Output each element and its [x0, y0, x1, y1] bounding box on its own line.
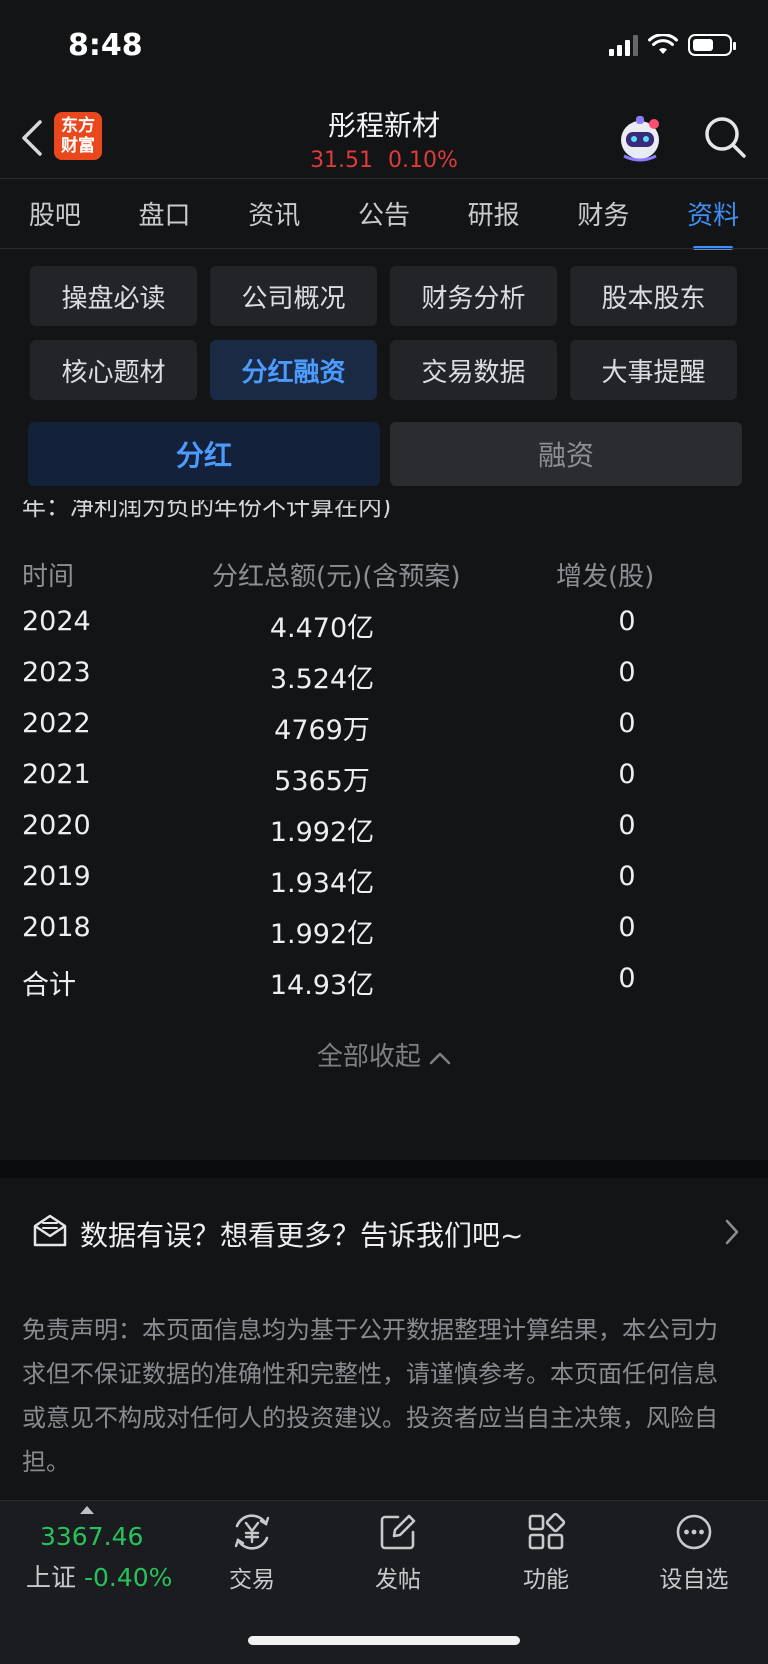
section-shareholders[interactable]: 股本股东 — [570, 266, 737, 326]
section-grid: 操盘必读 公司概况 财务分析 股本股东 核心题材 分红融资 交易数据 大事提醒 — [30, 266, 738, 400]
edit-post-icon — [380, 1514, 416, 1550]
header-dividend-total: 分红总额(元)(含预案) — [212, 562, 461, 592]
section-company-overview[interactable]: 公司概况 — [210, 266, 377, 326]
tab-finance[interactable]: 财务 — [573, 195, 633, 232]
index-name: 上证 — [26, 1563, 77, 1592]
battery-icon — [688, 34, 736, 56]
index-value[interactable]: 3367.46 — [40, 1522, 143, 1551]
segment-dividend[interactable]: 分红 — [28, 422, 380, 486]
nav-post-label: 发帖 — [375, 1567, 421, 1593]
tabs-divider — [0, 248, 768, 249]
section-dividend-financing[interactable]: 分红融资 — [210, 340, 377, 400]
tab-profile[interactable]: 资料 — [683, 195, 743, 250]
cellular-signal-icon — [609, 34, 638, 56]
section-financial-analysis[interactable]: 财务分析 — [390, 266, 557, 326]
grid-apps-icon — [528, 1512, 566, 1550]
tab-guba[interactable]: 股吧 — [25, 195, 85, 232]
section-events[interactable]: 大事提醒 — [570, 340, 737, 400]
robot-assistant-icon[interactable] — [614, 112, 666, 164]
nav-add-watchlist[interactable]: 设自选 — [634, 1512, 754, 1594]
more-dots-icon — [676, 1514, 712, 1550]
wifi-icon — [648, 34, 678, 54]
nav-trade[interactable]: 交易 — [192, 1512, 312, 1594]
dividend-financing-segment: 分红 融资 — [28, 422, 742, 486]
expand-arrow-icon[interactable] — [80, 1506, 94, 1514]
search-icon[interactable] — [700, 112, 750, 162]
status-time: 8:48 — [68, 28, 143, 63]
collapse-all-button[interactable]: 全部收起 — [0, 1036, 768, 1073]
section-trading-data[interactable]: 交易数据 — [390, 340, 557, 400]
header-divider — [0, 178, 768, 179]
feedback-row[interactable]: 数据有误？想看更多？告诉我们吧~ — [0, 1180, 768, 1284]
chevron-right-icon — [725, 1219, 739, 1245]
segment-financing[interactable]: 融资 — [390, 422, 742, 486]
collapse-all-label: 全部收起 — [316, 1042, 421, 1072]
feedback-text: 数据有误？想看更多？告诉我们吧~ — [80, 1219, 524, 1252]
nav-post[interactable]: 发帖 — [338, 1512, 458, 1594]
nav-add-watchlist-label: 设自选 — [659, 1567, 729, 1593]
stock-price: 31.51 — [310, 148, 374, 173]
tab-research[interactable]: 研报 — [464, 195, 524, 232]
header-time: 时间 — [22, 562, 75, 592]
section-separator — [0, 1160, 768, 1178]
mail-feedback-icon — [33, 1214, 67, 1247]
nav-trade-label: 交易 — [229, 1567, 275, 1593]
table-note: 年：净利润为负的年份不计算在内) — [22, 500, 392, 521]
section-core-themes[interactable]: 核心题材 — [30, 340, 197, 400]
index-label[interactable]: 上证 -0.40% — [26, 1558, 172, 1594]
status-icons — [609, 34, 736, 56]
chevron-up-icon — [429, 1052, 451, 1064]
yuan-exchange-icon — [234, 1514, 270, 1550]
home-indicator[interactable] — [248, 1636, 520, 1645]
nav-functions[interactable]: 功能 — [486, 1512, 606, 1594]
tab-news[interactable]: 资讯 — [244, 195, 304, 232]
nav-functions-label: 功能 — [523, 1567, 569, 1593]
tab-announcements[interactable]: 公告 — [354, 195, 414, 232]
section-must-read[interactable]: 操盘必读 — [30, 266, 197, 326]
tab-pankou[interactable]: 盘口 — [135, 195, 195, 232]
stock-change-pct: 0.10% — [388, 148, 458, 173]
header-additional-issue: 增发(股) — [556, 562, 655, 592]
main-tabs: 股吧 盘口 资讯 公告 研报 财务 资料 — [0, 180, 768, 250]
disclaimer: 免责声明：本页面信息均为基于公开数据整理计算结果，本公司力求但不保证数据的准确性… — [22, 1316, 718, 1476]
index-change: -0.40% — [83, 1563, 173, 1592]
